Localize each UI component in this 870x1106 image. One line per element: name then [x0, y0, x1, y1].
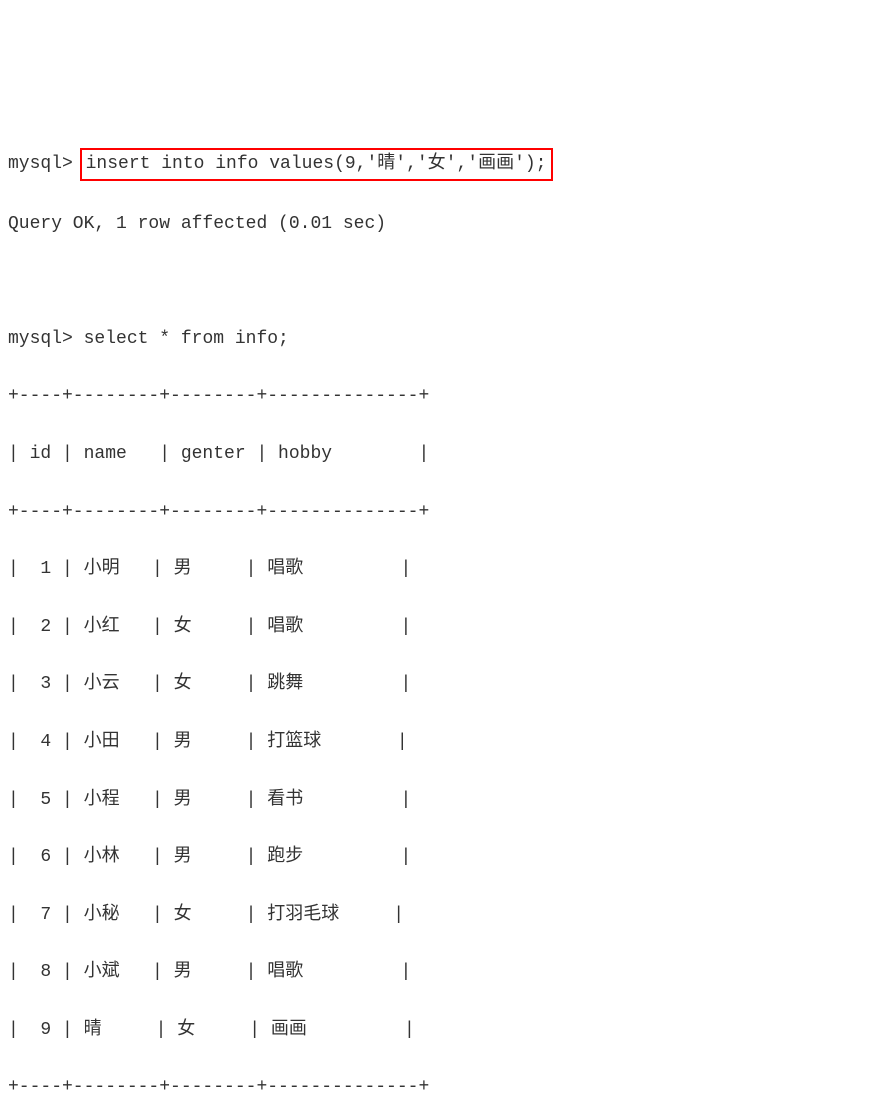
- terminal-output: mysql> insert into info values(9,'晴','女'…: [8, 119, 862, 1106]
- insert-command: insert into info values(9,'晴','女','画画');: [86, 154, 547, 174]
- select-command: select * from info;: [84, 329, 289, 349]
- table-row: | 3 | 小云 | 女 | 跳舞 |: [8, 670, 862, 699]
- table-row: | 8 | 小斌 | 男 | 唱歌 |: [8, 958, 862, 987]
- table-border: +----+--------+--------+--------------+: [8, 498, 862, 527]
- table-border: +----+--------+--------+--------------+: [8, 1073, 862, 1102]
- prompt-line-select: mysql> select * from info;: [8, 325, 862, 354]
- mysql-prompt: mysql>: [8, 154, 73, 174]
- insert-command-highlight: insert into info values(9,'晴','女','画画');: [80, 148, 553, 181]
- table-row: | 2 | 小红 | 女 | 唱歌 |: [8, 613, 862, 642]
- query-ok-line: Query OK, 1 row affected (0.01 sec): [8, 210, 862, 239]
- table-row: | 4 | 小田 | 男 | 打篮球 |: [8, 728, 862, 757]
- table-row: | 5 | 小程 | 男 | 看书 |: [8, 786, 862, 815]
- table-row: | 1 | 小明 | 男 | 唱歌 |: [8, 555, 862, 584]
- mysql-prompt: mysql>: [8, 329, 73, 349]
- table-row: | 9 | 晴 | 女 | 画画 |: [8, 1016, 862, 1045]
- table-header: | id | name | genter | hobby |: [8, 440, 862, 469]
- blank-line: [8, 267, 862, 296]
- table-border: +----+--------+--------+--------------+: [8, 382, 862, 411]
- table-row: | 7 | 小秘 | 女 | 打羽毛球 |: [8, 901, 862, 930]
- prompt-line-insert: mysql> insert into info values(9,'晴','女'…: [8, 148, 862, 181]
- table-row: | 6 | 小林 | 男 | 跑步 |: [8, 843, 862, 872]
